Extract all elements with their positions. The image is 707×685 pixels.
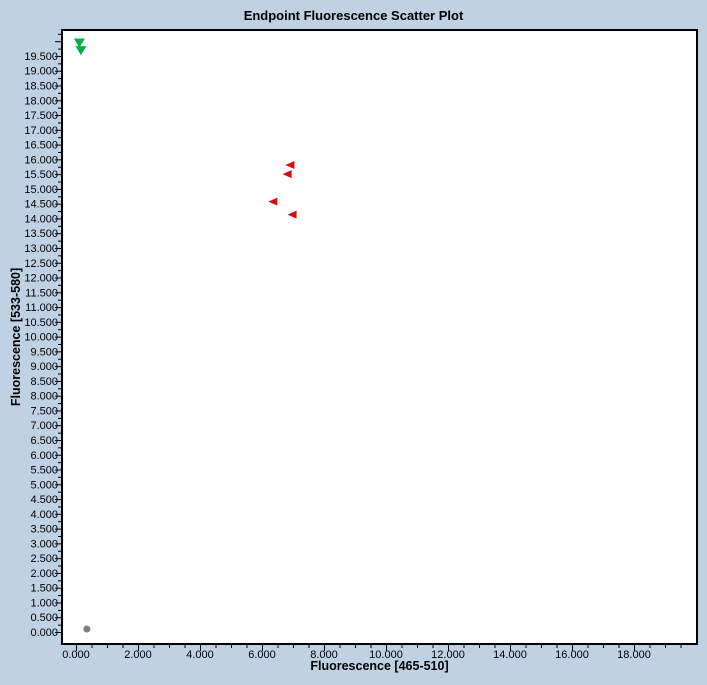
y-tick-label: 13.000 xyxy=(24,243,58,255)
y-tick-label: 10.500 xyxy=(24,317,58,329)
y-tick-label: 6.500 xyxy=(30,435,58,447)
y-tick-label: 17.500 xyxy=(24,110,58,122)
y-tick-label: 8.000 xyxy=(30,391,58,403)
y-tick-label: 19.500 xyxy=(24,51,58,63)
y-tick-label: 4.500 xyxy=(30,494,58,506)
y-tick-label: 7.500 xyxy=(30,405,58,417)
y-tick-label: 9.500 xyxy=(30,346,58,358)
y-tick-label: 1.000 xyxy=(30,597,58,609)
y-tick-label: 18.500 xyxy=(24,81,58,93)
y-tick-label: 15.500 xyxy=(24,169,58,181)
y-tick-label: 2.000 xyxy=(30,568,58,580)
y-tick-label: 11.500 xyxy=(25,287,58,299)
y-tick-label: 5.000 xyxy=(30,479,58,491)
application-window: Endpoint Fluorescence Scatter Plot 0.000… xyxy=(0,0,707,685)
scatter-plot-canvas: 0.000 2.000 4.000 6.000 8.000 10.000 12.000 14.… xyxy=(24,29,698,661)
y-tick-label: 14.500 xyxy=(24,199,58,211)
y-tick-label: 9.000 xyxy=(30,361,58,373)
y-tick-label: 15.000 xyxy=(24,184,58,196)
y-tick-label: 19.000 xyxy=(24,66,58,78)
y-tick-label: 14.000 xyxy=(24,213,58,225)
y-axis-title: Fluorescence [533-580] xyxy=(9,267,23,407)
y-tick-label: 12.000 xyxy=(24,273,58,285)
y-tick-label: 3.500 xyxy=(30,524,58,536)
y-tick-label: 8.500 xyxy=(30,376,58,388)
data-point-marker-circle[interactable] xyxy=(83,625,91,633)
plot-area[interactable] xyxy=(61,29,698,645)
y-tick-label: 0.500 xyxy=(30,612,58,624)
y-tick-label: 16.000 xyxy=(24,154,58,166)
y-tick-label: 6.000 xyxy=(30,450,58,462)
y-tick-label: 17.000 xyxy=(24,125,58,137)
x-axis-title: Fluorescence [465-510] xyxy=(310,659,449,673)
y-axis-tick-labels: 0.000 0.500 1.000 1.500 2.000 2.500 3.000 3.500… xyxy=(24,51,58,639)
y-tick-label: 11.000 xyxy=(25,302,58,314)
y-tick-label: 12.500 xyxy=(24,258,58,270)
y-tick-label: 0.000 xyxy=(30,627,58,639)
y-tick-label: 5.500 xyxy=(30,465,58,477)
y-tick-label: 10.000 xyxy=(24,332,58,344)
y-tick-label: 18.000 xyxy=(24,95,58,107)
y-tick-label: 4.000 xyxy=(30,509,58,521)
y-tick-label: 7.000 xyxy=(30,420,58,432)
y-tick-label: 16.500 xyxy=(24,140,58,152)
y-tick-label: 3.000 xyxy=(30,538,58,550)
y-tick-label: 2.500 xyxy=(30,553,58,565)
y-tick-label: 13.500 xyxy=(24,228,58,240)
y-tick-label: 1.500 xyxy=(30,583,58,595)
